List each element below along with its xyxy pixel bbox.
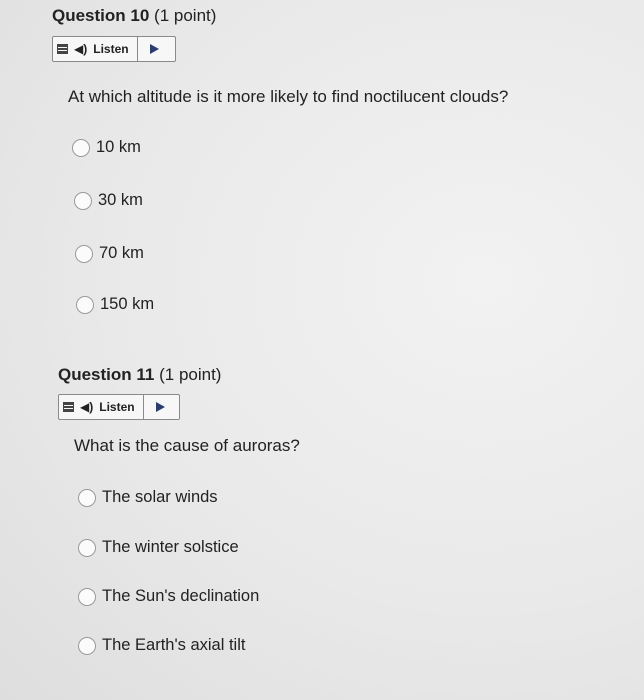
radio-button[interactable]: [78, 636, 96, 655]
answer-label: 10 km: [96, 138, 141, 156]
play-icon: [150, 44, 160, 54]
answer-option[interactable]: 150 km: [76, 295, 154, 314]
answer-label: The Sun's declination: [102, 587, 260, 605]
listen-widget: ◀) Listen: [52, 36, 176, 62]
listen-button[interactable]: ◀) Listen: [53, 37, 138, 61]
speaker-icon: ◀): [74, 42, 88, 56]
question-points: (1 point): [159, 365, 222, 384]
play-button[interactable]: [138, 37, 172, 61]
radio-button[interactable]: [75, 244, 93, 263]
question-10-header: Question 10 (1 point): [52, 6, 216, 26]
answer-label: 30 km: [98, 191, 143, 209]
question-prompt: What is the cause of auroras?: [74, 436, 300, 455]
listen-label: Listen: [99, 400, 135, 414]
answer-option[interactable]: The Earth's axial tilt: [78, 636, 245, 655]
question-title: Question 10: [52, 6, 150, 25]
answer-label: The winter solstice: [102, 538, 239, 556]
answer-option[interactable]: The winter solstice: [78, 538, 239, 557]
answer-label: The Earth's axial tilt: [102, 636, 246, 654]
speaker-icon: ◀): [80, 400, 94, 414]
radio-button[interactable]: [72, 138, 90, 157]
answer-option[interactable]: The Sun's declination: [78, 587, 259, 606]
answer-label: 70 km: [99, 244, 144, 262]
radio-button[interactable]: [76, 295, 94, 314]
question-title: Question 11: [58, 365, 155, 384]
answer-label: The solar winds: [102, 488, 218, 506]
play-icon: [156, 402, 166, 412]
radio-button[interactable]: [74, 191, 92, 210]
listen-label: Listen: [93, 42, 129, 56]
answer-option[interactable]: The solar winds: [78, 488, 218, 507]
answer-label: 150 km: [100, 295, 155, 313]
radio-button[interactable]: [78, 488, 96, 507]
menu-icon[interactable]: [57, 44, 68, 54]
listen-button[interactable]: ◀) Listen: [59, 395, 144, 419]
play-button[interactable]: [144, 395, 178, 419]
radio-button[interactable]: [78, 538, 96, 557]
question-prompt: At which altitude is it more likely to f…: [68, 87, 509, 106]
listen-widget: ◀) Listen: [58, 394, 180, 420]
answer-option[interactable]: 30 km: [74, 191, 143, 210]
answer-option[interactable]: 70 km: [75, 244, 144, 263]
menu-icon[interactable]: [63, 402, 74, 412]
radio-button[interactable]: [78, 587, 96, 606]
question-11-header: Question 11 (1 point): [58, 365, 221, 385]
answer-option[interactable]: 10 km: [72, 138, 141, 157]
question-points: (1 point): [154, 6, 217, 25]
